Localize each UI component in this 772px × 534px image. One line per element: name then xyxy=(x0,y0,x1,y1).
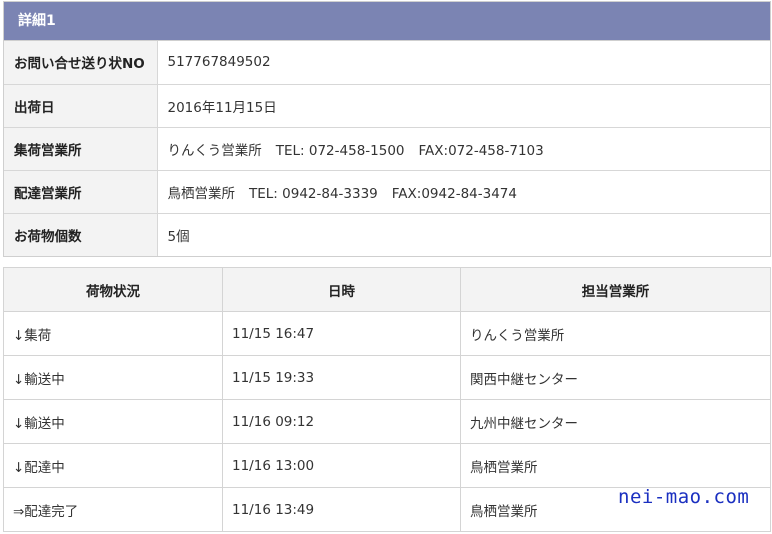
delivery-office-value: 鳥栖営業所 TEL: 0942-84-3339 FAX:0942-84-3474 xyxy=(157,170,770,214)
status-cell: ↓配達中 xyxy=(3,443,223,488)
detail-row-delivery-office: 配達営業所 鳥栖営業所 TEL: 0942-84-3339 FAX:0942-84-… xyxy=(4,170,770,214)
status-cell: ↓集荷 xyxy=(3,311,223,356)
detail-row-ship-date: 出荷日 2016年11月15日 xyxy=(4,84,770,128)
table-row: ↓輸送中 11/16 09:12 九州中継センター xyxy=(3,399,771,444)
table-row: ↓配達中 11/16 13:00 鳥栖営業所 xyxy=(3,443,771,488)
detail-row-package-count: お荷物個数 5個 xyxy=(4,213,770,256)
column-header-datetime: 日時 xyxy=(222,267,461,312)
pickup-office-tel: TEL: 072-458-1500 xyxy=(275,142,405,159)
detail-label: 出荷日 xyxy=(4,84,158,128)
delivery-office-tel: TEL: 0942-84-3339 xyxy=(249,185,378,202)
detail-panel: 詳細1 お問い合せ送り状NO 517767849502 出荷日 2016年11月… xyxy=(3,1,771,257)
detail-label: 集荷営業所 xyxy=(4,127,158,171)
office-cell: りんくう営業所 xyxy=(460,311,771,356)
status-cell: ↓輸送中 xyxy=(3,399,223,444)
detail-table: お問い合せ送り状NO 517767849502 出荷日 2016年11月15日 … xyxy=(4,41,770,256)
ship-date-value: 2016年11月15日 xyxy=(157,84,770,128)
office-cell: 鳥栖営業所 xyxy=(460,443,771,488)
tracking-number-value: 517767849502 xyxy=(157,41,770,85)
pickup-office-fax: FAX:072-458-7103 xyxy=(418,142,544,159)
detail-label: お荷物個数 xyxy=(4,213,158,256)
delivery-office-fax: FAX:0942-84-3474 xyxy=(391,185,517,202)
delivery-office-name: 鳥栖営業所 xyxy=(167,185,236,202)
office-cell: 関西中継センター xyxy=(460,355,771,400)
detail-row-pickup-office: 集荷営業所 りんくう営業所 TEL: 072-458-1500 FAX:072-45… xyxy=(4,127,770,171)
datetime-cell: 11/16 13:00 xyxy=(222,443,461,488)
watermark-text: nei-mao.com xyxy=(618,486,750,508)
detail-label: 配達営業所 xyxy=(4,170,158,214)
datetime-cell: 11/15 19:33 xyxy=(222,355,461,400)
status-cell: ↓輸送中 xyxy=(3,355,223,400)
detail-label: お問い合せ送り状NO xyxy=(4,41,158,85)
status-cell: ⇒配達完了 xyxy=(3,487,223,532)
column-header-status: 荷物状況 xyxy=(3,267,223,312)
detail-header: 詳細1 xyxy=(4,2,770,41)
detail-row-tracking-number: お問い合せ送り状NO 517767849502 xyxy=(4,41,770,85)
datetime-cell: 11/15 16:47 xyxy=(222,311,461,356)
table-row: ↓集荷 11/15 16:47 りんくう営業所 xyxy=(3,311,771,356)
datetime-cell: 11/16 13:49 xyxy=(222,487,461,532)
office-cell: 九州中継センター xyxy=(460,399,771,444)
pickup-office-value: りんくう営業所 TEL: 072-458-1500 FAX:072-458-7103 xyxy=(157,127,770,171)
package-count-value: 5個 xyxy=(167,228,190,245)
column-header-office: 担当営業所 xyxy=(460,267,771,312)
status-table-header: 荷物状況 日時 担当営業所 xyxy=(3,267,771,312)
pickup-office-name: りんくう営業所 xyxy=(167,142,262,159)
table-row: ↓輸送中 11/15 19:33 関西中継センター xyxy=(3,355,771,400)
datetime-cell: 11/16 09:12 xyxy=(222,399,461,444)
